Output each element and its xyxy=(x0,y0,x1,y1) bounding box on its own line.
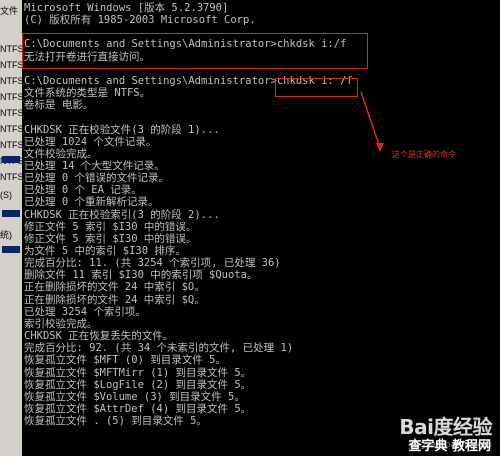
strip-label: NTFS xyxy=(0,92,22,102)
strip-label: NTFS xyxy=(0,44,22,54)
partition-bar xyxy=(2,210,20,217)
strip-label: NTFS xyxy=(0,124,22,134)
strip-label: 文件 xyxy=(0,6,19,16)
annotation-arrow xyxy=(360,91,384,152)
partition-bar xyxy=(2,246,20,253)
annotation-label: 这个是正确的命令 xyxy=(392,150,456,159)
strip-label: NTFS xyxy=(0,108,22,118)
strip-label: NTFS xyxy=(0,172,22,182)
strip-label: (S) xyxy=(0,190,12,200)
strip-label: 统) xyxy=(0,230,12,240)
strip-label: NTFS xyxy=(0,140,22,150)
strip-label: NTFS xyxy=(0,76,22,86)
background-window-strip: 文件 NTFS NTFS NTFS NTFS NTFS NTFS NTFS NT… xyxy=(0,0,23,456)
command-prompt-window[interactable]: 恢复孤立文件 . (5) 到目录文件 5。 恢复孤立文件 $AttrDef (4)… xyxy=(22,0,500,456)
corner-watermark: 查字典 教程网 xyxy=(405,435,494,454)
partition-bar xyxy=(2,156,20,163)
strip-label: NTFS xyxy=(0,60,22,70)
